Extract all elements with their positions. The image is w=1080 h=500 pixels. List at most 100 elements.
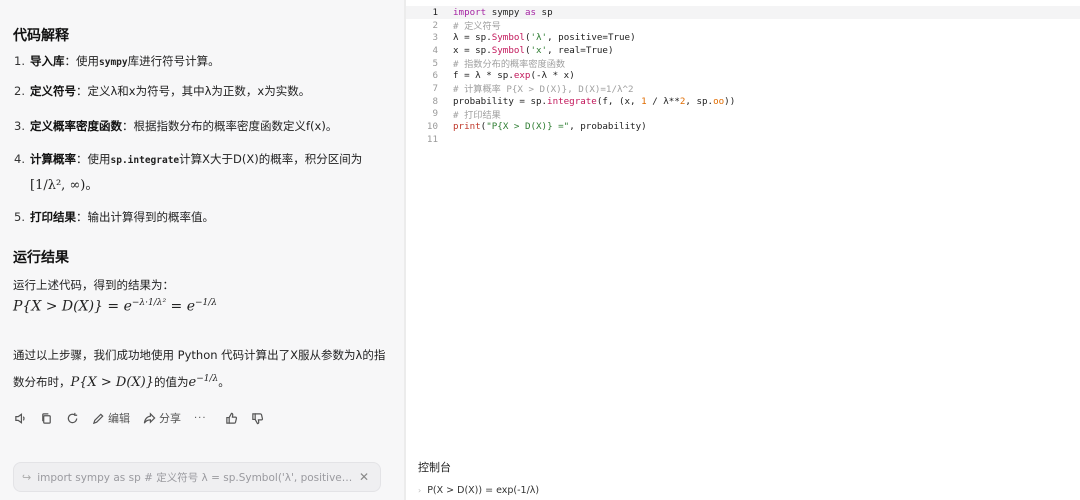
line-number: 3 bbox=[432, 32, 438, 44]
step-5: 5. 打印结果：输出计算得到的概率值。 bbox=[14, 209, 394, 225]
thumbs-down-icon bbox=[251, 412, 263, 424]
step-text: 库进行符号计算。 bbox=[127, 54, 220, 68]
share-label: 分享 bbox=[159, 412, 181, 425]
refresh-icon bbox=[67, 412, 78, 423]
code-text: # 计算概率 P{X > D(X)}, D(X)=1/λ^2 bbox=[453, 84, 634, 96]
section-title-code-explanation: 代码解释 bbox=[13, 28, 69, 44]
conclusion-text: 的值为 bbox=[154, 375, 189, 389]
thumbs-up-button[interactable] bbox=[225, 412, 238, 425]
step-4-interval: [1/λ², ∞)。 bbox=[30, 178, 99, 193]
step-text: ：输出计算得到的概率值。 bbox=[76, 210, 214, 224]
code-line[interactable]: 3 λ = sp.Symbol('λ', positive=True) bbox=[406, 31, 1080, 44]
message-actions: 编辑 分享 ··· bbox=[14, 410, 277, 426]
step-text: 计算X大于D(X)的概率，积分区间为 bbox=[179, 152, 363, 166]
formula-exponent: −1/λ bbox=[194, 298, 217, 308]
step-number: 3. bbox=[14, 119, 25, 133]
chevron-right-icon: › bbox=[418, 486, 422, 495]
code-text: λ = sp.Symbol('λ', positive=True) bbox=[453, 32, 636, 44]
inline-code: sympy bbox=[99, 57, 128, 68]
conclusion-math-exponent: −1/λ bbox=[196, 374, 219, 385]
line-number: 1 bbox=[432, 6, 438, 18]
code-line[interactable]: 2 # 定义符号 bbox=[406, 19, 1080, 33]
conclusion-math: P{X > D(X)} bbox=[70, 375, 155, 390]
step-number: 5. bbox=[14, 210, 25, 224]
conclusion-text: 数分布时， bbox=[13, 375, 71, 389]
step-text: ：使用 bbox=[64, 54, 100, 68]
result-formula: P{X > D(X)} = e−λ·1/λ² = e−1/λ bbox=[13, 298, 217, 315]
thumbs-up-icon bbox=[225, 412, 237, 424]
line-number: 9 bbox=[432, 108, 438, 120]
code-text: probability = sp.integrate(f, (x, 1 / λ*… bbox=[453, 95, 736, 107]
chat-panel: 代码解释 1. 导入库：使用sympy库进行符号计算。 2. 定义符号：定义λ和x为… bbox=[0, 0, 404, 500]
code-text: # 定义符号 bbox=[453, 21, 501, 33]
step-number: 1. bbox=[14, 54, 25, 68]
edit-icon bbox=[92, 412, 104, 424]
code-line[interactable]: 10 print("P{X > D(X)} =", probability) bbox=[406, 120, 1080, 133]
console-title: 控制台 bbox=[418, 461, 451, 474]
step-title: 计算概率 bbox=[30, 152, 76, 166]
line-number: 6 bbox=[432, 70, 438, 82]
code-line[interactable]: 1 import sympy as sp bbox=[406, 6, 1080, 19]
step-number: 2. bbox=[14, 84, 25, 98]
step-4: 4. 计算概率：使用sp.integrate计算X大于D(X)的概率，积分区间为 bbox=[14, 151, 394, 169]
step-number: 4. bbox=[14, 152, 25, 166]
code-editor[interactable]: 1 import sympy as sp 2 # 定义符号 3 λ = sp.Symbol… bbox=[406, 6, 1080, 146]
line-number: 5 bbox=[432, 57, 438, 69]
code-line[interactable]: 7 # 计算概率 P{X > D(X)}, D(X)=1/λ^2 bbox=[406, 82, 1080, 96]
step-text: ：定义λ和x为符号，其中λ为正数，x为实数。 bbox=[76, 84, 311, 98]
formula-part: P{X > D(X)} = e bbox=[13, 298, 132, 315]
thumbs-down-button[interactable] bbox=[251, 412, 264, 425]
conclusion-line-2: 数分布时，P{X > D(X)}的值为e−1/λ。 bbox=[13, 374, 230, 390]
quoted-code-text: import sympy as sp # 定义符号 λ = sp.Symbol(… bbox=[37, 471, 356, 484]
regenerate-button[interactable] bbox=[66, 412, 79, 425]
close-icon[interactable]: ✕ bbox=[356, 469, 372, 485]
step-text: ：根据指数分布的概率密度函数定义f(x)。 bbox=[122, 119, 338, 133]
code-text: f = λ * sp.exp(-λ * x) bbox=[453, 70, 575, 82]
step-3: 3. 定义概率密度函数：根据指数分布的概率密度函数定义f(x)。 bbox=[14, 118, 394, 134]
code-line[interactable]: 6 f = λ * sp.exp(-λ * x) bbox=[406, 69, 1080, 82]
formula-part: = e bbox=[166, 298, 195, 315]
code-line[interactable]: 11 bbox=[406, 133, 1080, 146]
code-line[interactable]: 9 # 打印结果 bbox=[406, 108, 1080, 121]
line-number: 7 bbox=[432, 82, 438, 94]
read-aloud-button[interactable] bbox=[14, 412, 27, 425]
line-number: 8 bbox=[432, 95, 438, 107]
inline-code: sp.integrate bbox=[110, 155, 180, 166]
step-text: ：使用 bbox=[76, 152, 111, 166]
result-intro: 运行上述代码，得到的结果为： bbox=[13, 278, 174, 292]
line-number: 4 bbox=[432, 44, 438, 56]
code-panel: 1 import sympy as sp 2 # 定义符号 3 λ = sp.Symbol… bbox=[406, 0, 1080, 500]
conclusion-line-1: 通过以上步骤，我们成功地使用 Python 代码计算出了X服从参数为λ的指 bbox=[13, 348, 386, 362]
code-line[interactable]: 4 x = sp.Symbol('x', real=True) bbox=[406, 44, 1080, 57]
step-1: 1. 导入库：使用sympy库进行符号计算。 bbox=[14, 53, 394, 71]
share-icon bbox=[143, 411, 156, 424]
quoted-code-preview[interactable]: ↪ import sympy as sp # 定义符号 λ = sp.Symbo… bbox=[13, 462, 381, 492]
code-text: import sympy as sp bbox=[453, 6, 553, 18]
code-line[interactable]: 8 probability = sp.integrate(f, (x, 1 / λ… bbox=[406, 95, 1080, 108]
step-title: 定义符号 bbox=[30, 84, 76, 98]
console-output-row: › P(X > D(X)) = exp(-1/λ) bbox=[418, 485, 539, 496]
code-text: print("P{X > D(X)} =", probability) bbox=[453, 121, 647, 133]
edit-button[interactable]: 编辑 bbox=[92, 410, 130, 426]
formula-exponent: −λ·1/λ² bbox=[131, 298, 167, 308]
share-button[interactable]: 分享 bbox=[143, 410, 181, 426]
code-text: # 打印结果 bbox=[453, 109, 501, 121]
conclusion-text: 。 bbox=[218, 375, 230, 389]
console-output: P(X > D(X)) = exp(-1/λ) bbox=[427, 485, 540, 496]
speaker-icon bbox=[15, 412, 25, 424]
code-line[interactable]: 5 # 指数分布的概率密度函数 bbox=[406, 57, 1080, 71]
copy-button[interactable] bbox=[40, 412, 53, 425]
reply-arrow-icon: ↪ bbox=[22, 470, 32, 484]
step-title: 定义概率密度函数 bbox=[30, 119, 122, 133]
copy-icon bbox=[42, 412, 51, 424]
line-number: 2 bbox=[432, 19, 438, 31]
line-number: 11 bbox=[426, 133, 438, 145]
edit-label: 编辑 bbox=[108, 412, 130, 425]
more-button[interactable]: ··· bbox=[194, 413, 207, 424]
code-text: x = sp.Symbol('x', real=True) bbox=[453, 44, 614, 56]
step-title: 打印结果 bbox=[30, 210, 76, 224]
more-icon: ··· bbox=[194, 412, 207, 424]
section-title-run-result: 运行结果 bbox=[13, 250, 69, 266]
step-title: 导入库 bbox=[30, 54, 65, 68]
step-2: 2. 定义符号：定义λ和x为符号，其中λ为正数，x为实数。 bbox=[14, 83, 394, 99]
